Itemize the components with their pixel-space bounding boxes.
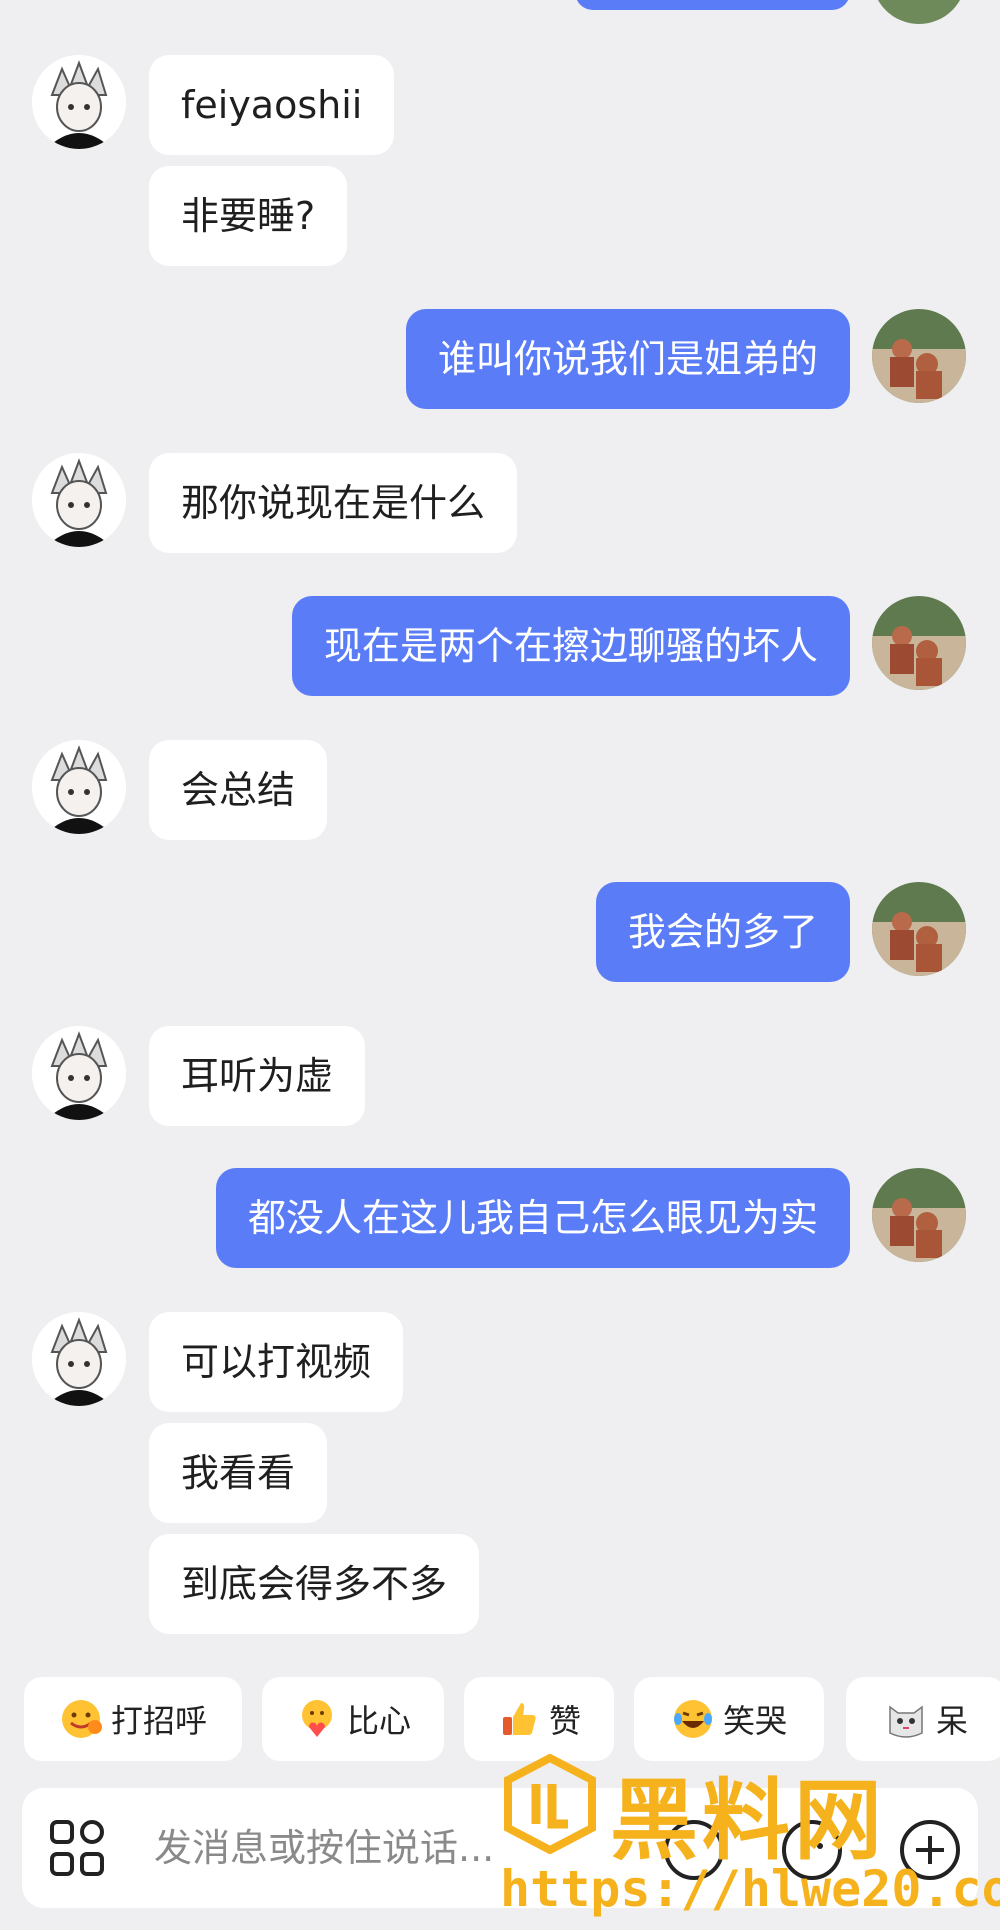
thumbs-up-emoji-icon (502, 1703, 536, 1735)
photo-avatar-icon (872, 882, 966, 976)
message-input[interactable]: 发消息或按住说话... (154, 1788, 494, 1908)
quick-reply-label: 打招呼 (110, 1702, 207, 1740)
apps-grid-icon[interactable] (48, 1818, 108, 1878)
own-avatar[interactable] (872, 309, 966, 403)
watermark-title: 黑料网 (610, 1769, 887, 1872)
anime-avatar-icon (32, 453, 126, 547)
watermark-logo-icon (504, 1754, 596, 1854)
own-avatar[interactable] (872, 882, 966, 976)
incoming-message[interactable]: 我看看 (149, 1423, 328, 1523)
quick-reply-label: 笑哭 (722, 1702, 787, 1740)
quick-reply-bar: 打招呼 比心 赞 笑哭 呆 (0, 1677, 1000, 1761)
anime-avatar-icon (32, 740, 126, 834)
photo-avatar-icon (872, 1168, 966, 1262)
own-avatar[interactable] (872, 1168, 966, 1262)
contact-avatar[interactable] (32, 453, 126, 547)
incoming-message[interactable]: 非要睡? (149, 166, 348, 266)
quick-reply-stunned[interactable]: 呆 (846, 1677, 1000, 1761)
watermark-url: https://hlwe20.com (500, 1860, 1000, 1918)
quick-reply-label: 赞 (548, 1702, 581, 1740)
photo-avatar-icon (872, 596, 966, 690)
anime-avatar-icon (32, 1026, 126, 1120)
incoming-message[interactable]: 耳听为虚 (149, 1026, 366, 1126)
photo-avatar-icon (872, 309, 966, 403)
previous-message-bubble-partial (575, 0, 850, 10)
own-avatar-partial[interactable] (872, 0, 966, 24)
incoming-message[interactable]: 可以打视频 (149, 1312, 404, 1412)
quick-reply-like[interactable]: 赞 (464, 1677, 614, 1761)
laugh-cry-emoji-icon (673, 1700, 712, 1738)
smile-emoji-icon (61, 1700, 102, 1738)
quick-reply-label: 比心 (346, 1702, 411, 1740)
own-avatar[interactable] (872, 596, 966, 690)
incoming-message[interactable]: 到底会得多不多 (149, 1534, 480, 1634)
anime-avatar-icon (32, 55, 126, 149)
quick-reply-heart[interactable]: 比心 (262, 1677, 444, 1761)
incoming-message[interactable]: 会总结 (149, 740, 328, 840)
contact-avatar[interactable] (32, 55, 126, 149)
cat-emoji-icon (889, 1705, 923, 1738)
outgoing-message[interactable]: 我会的多了 (595, 882, 850, 982)
quick-reply-greet[interactable]: 打招呼 (24, 1677, 242, 1761)
incoming-message[interactable]: feiyaoshii (149, 55, 395, 155)
outgoing-message[interactable]: 现在是两个在擦边聊骚的坏人 (291, 596, 850, 696)
quick-reply-laugh-cry[interactable]: 笑哭 (634, 1677, 824, 1761)
incoming-message[interactable]: 那你说现在是什么 (149, 453, 518, 553)
site-watermark: 黑料网 https://hlwe20.com (490, 1750, 1000, 1930)
quick-reply-label: 呆 (935, 1702, 968, 1740)
heart-hands-emoji-icon (301, 1700, 332, 1737)
outgoing-message[interactable]: 谁叫你说我们是姐弟的 (405, 309, 850, 409)
contact-avatar[interactable] (32, 740, 126, 834)
outgoing-message[interactable]: 都没人在这儿我自己怎么眼见为实 (215, 1168, 850, 1268)
anime-avatar-icon (32, 1312, 126, 1406)
contact-avatar[interactable] (32, 1312, 126, 1406)
contact-avatar[interactable] (32, 1026, 126, 1120)
